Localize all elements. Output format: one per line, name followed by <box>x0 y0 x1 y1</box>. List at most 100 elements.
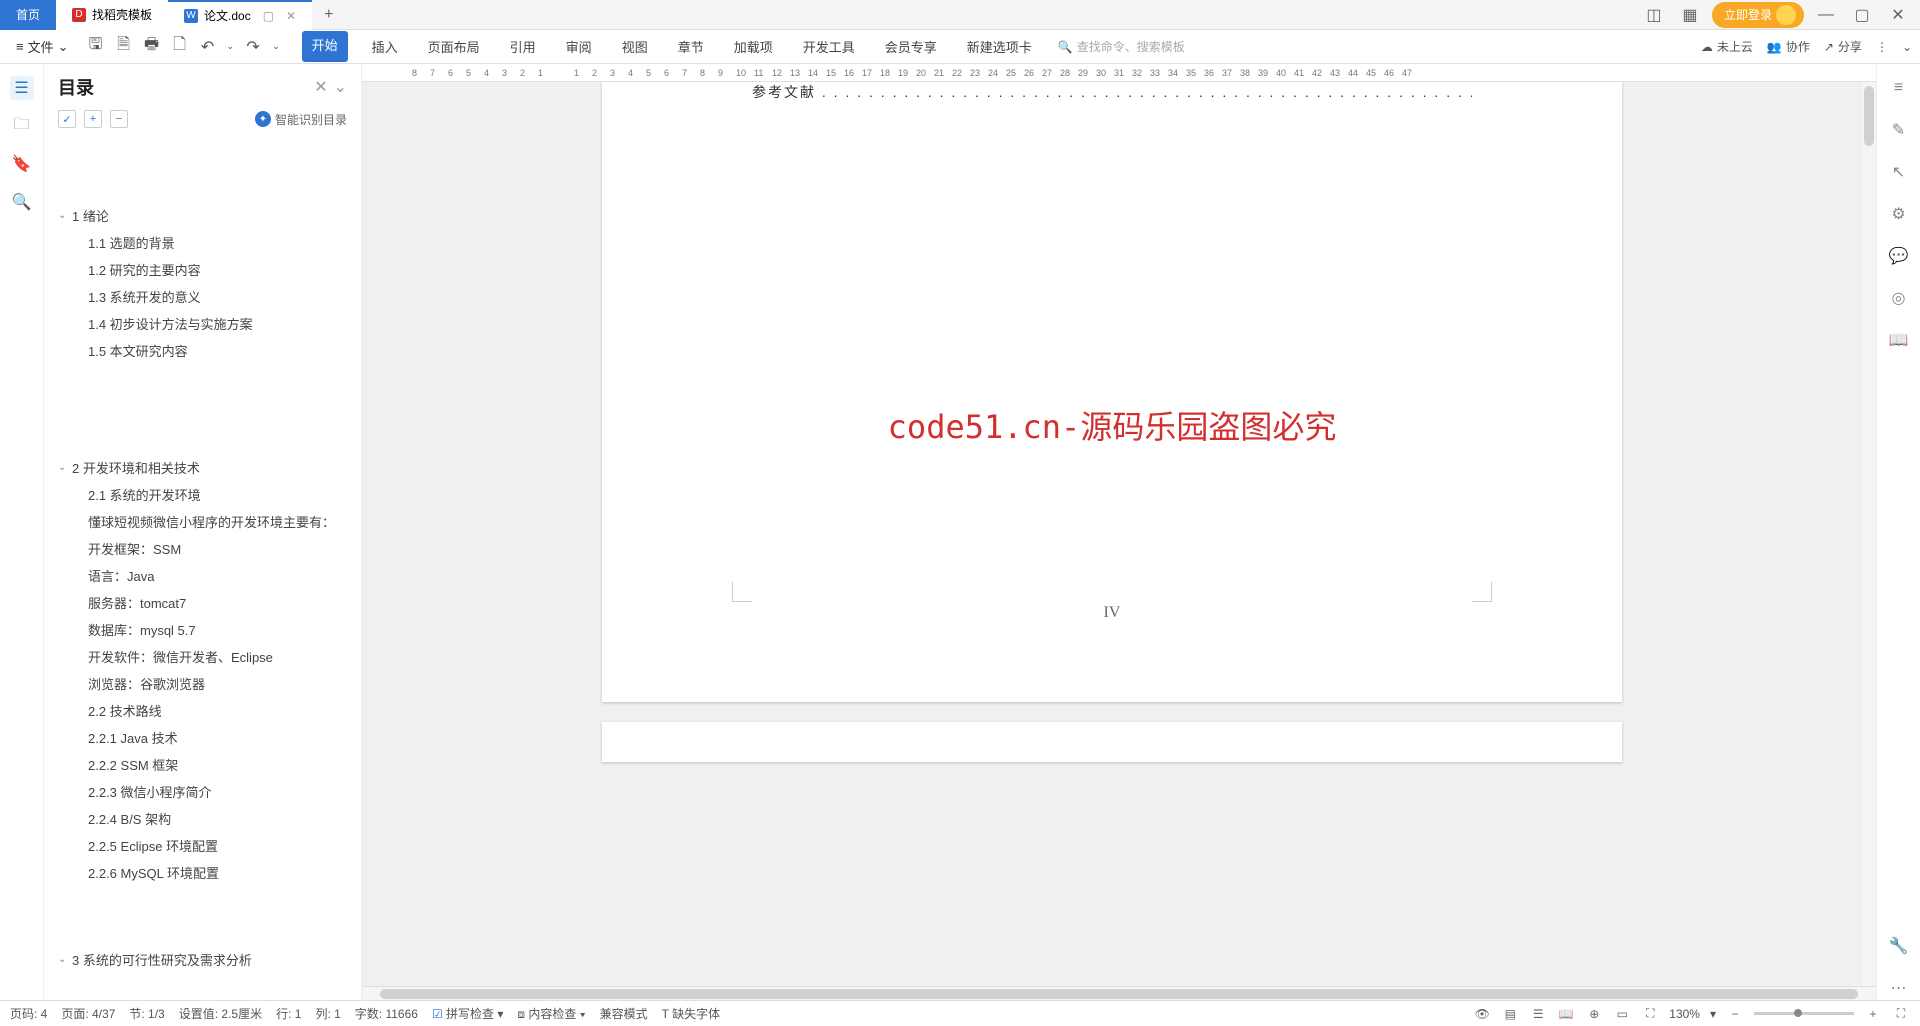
tab-template[interactable]: D 找稻壳模板 <box>56 0 168 30</box>
redo-icon[interactable]: ↷ <box>244 38 262 56</box>
layout-icon[interactable]: ◫ <box>1640 1 1668 29</box>
zoom-slider-thumb[interactable] <box>1794 1009 1802 1017</box>
ribbon-tab-member[interactable]: 会员专享 <box>879 31 943 62</box>
outline-item[interactable]: 浏览器：谷歌浏览器 <box>58 670 361 697</box>
share-button[interactable]: ↗分享 <box>1824 38 1862 55</box>
chevron-down-icon[interactable]: ⌄ <box>58 210 72 221</box>
outline-item[interactable]: 1.4 初步设计方法与实施方案 <box>58 310 361 337</box>
outline-item[interactable]: 2.2.6 MySQL 环境配置 <box>58 859 361 886</box>
outline-item[interactable]: 2.2 技术路线 <box>58 697 361 724</box>
ribbon-tab-developer[interactable]: 开发工具 <box>797 31 861 62</box>
read-icon[interactable]: 📖 <box>1887 328 1911 352</box>
ribbon-tab-layout[interactable]: 页面布局 <box>422 31 486 62</box>
sb-missing-font[interactable]: T 缺失字体 <box>662 1005 720 1022</box>
qat-dropdown-icon[interactable]: ⌄ <box>272 41 280 52</box>
tab-restore-icon[interactable]: ▢ <box>263 9 274 23</box>
outline-item[interactable]: 2.2.5 Eclipse 环境配置 <box>58 832 361 859</box>
outline-item[interactable]: 开发框架：SSM <box>58 535 361 562</box>
outline-item[interactable]: ⌄2 开发环境和相关技术 <box>58 454 361 481</box>
page-view-icon[interactable]: ▤ <box>1501 1005 1519 1023</box>
save-icon[interactable]: 🖫 <box>87 38 105 56</box>
read-view-icon[interactable]: 📖 <box>1557 1005 1575 1023</box>
focus-view-icon[interactable]: ▭ <box>1613 1005 1631 1023</box>
outline-item[interactable]: 2.1 系统的开发环境 <box>58 481 361 508</box>
edit-icon[interactable]: ✎ <box>1887 118 1911 142</box>
outline-item[interactable]: 数据库：mysql 5.7 <box>58 616 361 643</box>
settings-icon[interactable]: ⚙ <box>1887 202 1911 226</box>
search-rail-icon[interactable]: 🔍 <box>10 190 34 214</box>
chevron-down-icon[interactable]: ⌄ <box>58 462 72 473</box>
bookmark-icon[interactable]: 🔖 <box>10 152 34 176</box>
sb-compat[interactable]: 兼容模式 <box>600 1005 648 1022</box>
outline-item[interactable]: 1.3 系统开发的意义 <box>58 283 361 310</box>
outline-item[interactable]: ⌄1 绪论 <box>58 202 361 229</box>
outline-item[interactable]: 懂球短视频微信小程序的开发环境主要有： <box>58 508 361 535</box>
login-button[interactable]: 立即登录 <box>1712 2 1804 28</box>
zoom-level[interactable]: 130% <box>1669 1007 1700 1021</box>
eye-icon[interactable]: 👁 <box>1473 1005 1491 1023</box>
outline-item[interactable]: 2.2.3 微信小程序简介 <box>58 778 361 805</box>
outline-item[interactable]: 开发软件：微信开发者、Eclipse <box>58 643 361 670</box>
chat-icon[interactable]: 💬 <box>1887 244 1911 268</box>
undo-icon[interactable]: ↶ <box>199 38 217 56</box>
sb-row[interactable]: 行: 1 <box>276 1005 301 1022</box>
zoom-out-icon[interactable]: − <box>1726 1005 1744 1023</box>
ribbon-tab-view[interactable]: 视图 <box>616 31 654 62</box>
ribbon-tab-review[interactable]: 审阅 <box>560 31 598 62</box>
toc-remove-icon[interactable]: − <box>110 110 128 128</box>
collapse-ribbon-icon[interactable]: ⌄ <box>1902 40 1912 54</box>
location-icon[interactable]: ◎ <box>1887 286 1911 310</box>
vertical-scrollbar[interactable] <box>1862 82 1876 986</box>
outline-close-icon[interactable]: ✕ <box>314 77 327 97</box>
horizontal-scrollbar-thumb[interactable] <box>380 989 1858 999</box>
sb-page[interactable]: 页面: 4/37 <box>61 1005 115 1022</box>
ribbon-tab-chapter[interactable]: 章节 <box>672 31 710 62</box>
print-icon[interactable]: 🖶 <box>143 38 161 56</box>
tab-close-icon[interactable]: ✕ <box>286 9 296 23</box>
outline-list[interactable]: ⌄1 绪论1.1 选题的背景1.2 研究的主要内容1.3 系统开发的意义1.4 … <box>44 134 361 1000</box>
outline-item[interactable]: 服务器：tomcat7 <box>58 589 361 616</box>
print-preview-icon[interactable]: 🗋 <box>171 38 189 56</box>
chevron-down-icon[interactable]: ⌄ <box>58 954 72 965</box>
outline-item[interactable]: 语言：Java <box>58 562 361 589</box>
outline-pin-icon[interactable]: ⌄ <box>334 77 347 97</box>
new-tab-button[interactable]: + <box>312 6 345 24</box>
folder-icon[interactable]: 🗀 <box>10 114 34 138</box>
sb-page-no[interactable]: 页码: 4 <box>10 1005 47 1022</box>
collab-button[interactable]: 👥协作 <box>1767 38 1810 55</box>
more-icon[interactable]: ⋮ <box>1876 40 1888 54</box>
select-icon[interactable]: ↖ <box>1887 160 1911 184</box>
outline-icon[interactable]: ☰ <box>10 76 34 100</box>
smart-toc-button[interactable]: ✦ 智能识别目录 <box>255 111 347 128</box>
outline-item[interactable]: 1.1 选题的背景 <box>58 229 361 256</box>
ribbon-tab-insert[interactable]: 插入 <box>366 31 404 62</box>
outline-item[interactable]: ⌄3 系统的可行性研究及需求分析 <box>58 946 361 973</box>
fullscreen-icon[interactable]: ⛶ <box>1892 1005 1910 1023</box>
minimize-icon[interactable]: — <box>1812 1 1840 29</box>
sb-col[interactable]: 列: 1 <box>315 1005 340 1022</box>
zoom-in-icon[interactable]: + <box>1864 1005 1882 1023</box>
save-as-icon[interactable]: 🗎 <box>115 38 133 56</box>
toc-check-icon[interactable]: ✓ <box>58 110 76 128</box>
tab-document[interactable]: W 论文.doc ▢ ✕ <box>168 0 312 30</box>
tab-home[interactable]: 首页 <box>0 0 56 30</box>
sb-content-check[interactable]: ⧈ 内容检查 ▾ <box>517 1005 585 1022</box>
vertical-scrollbar-thumb[interactable] <box>1864 86 1874 146</box>
toc-add-icon[interactable]: + <box>84 110 102 128</box>
file-menu[interactable]: ≡ 文件 ⌄ <box>8 37 77 56</box>
zoom-slider[interactable] <box>1754 1012 1854 1015</box>
close-icon[interactable]: ✕ <box>1884 1 1912 29</box>
maximize-icon[interactable]: ▢ <box>1848 1 1876 29</box>
cloud-status[interactable]: ☁未上云 <box>1701 38 1753 55</box>
horizontal-scrollbar[interactable] <box>362 986 1876 1000</box>
grid-icon[interactable]: ▦ <box>1676 1 1704 29</box>
collapse-icon[interactable]: ≡ <box>1887 76 1911 100</box>
outline-view-icon[interactable]: ☰ <box>1529 1005 1547 1023</box>
document-viewport[interactable]: 参考文献 . . . . . . . . . . . . . . . . . .… <box>362 82 1862 986</box>
ribbon-tab-start[interactable]: 开始 <box>302 31 348 62</box>
undo-dropdown-icon[interactable]: ⌄ <box>227 41 235 52</box>
ribbon-tab-addins[interactable]: 加载项 <box>728 31 779 62</box>
outline-item[interactable]: 2.2.4 B/S 架构 <box>58 805 361 832</box>
sb-spellcheck[interactable]: ☑ 拼写检查 ▾ <box>432 1005 503 1022</box>
fit-width-icon[interactable]: ⛶ <box>1641 1005 1659 1023</box>
